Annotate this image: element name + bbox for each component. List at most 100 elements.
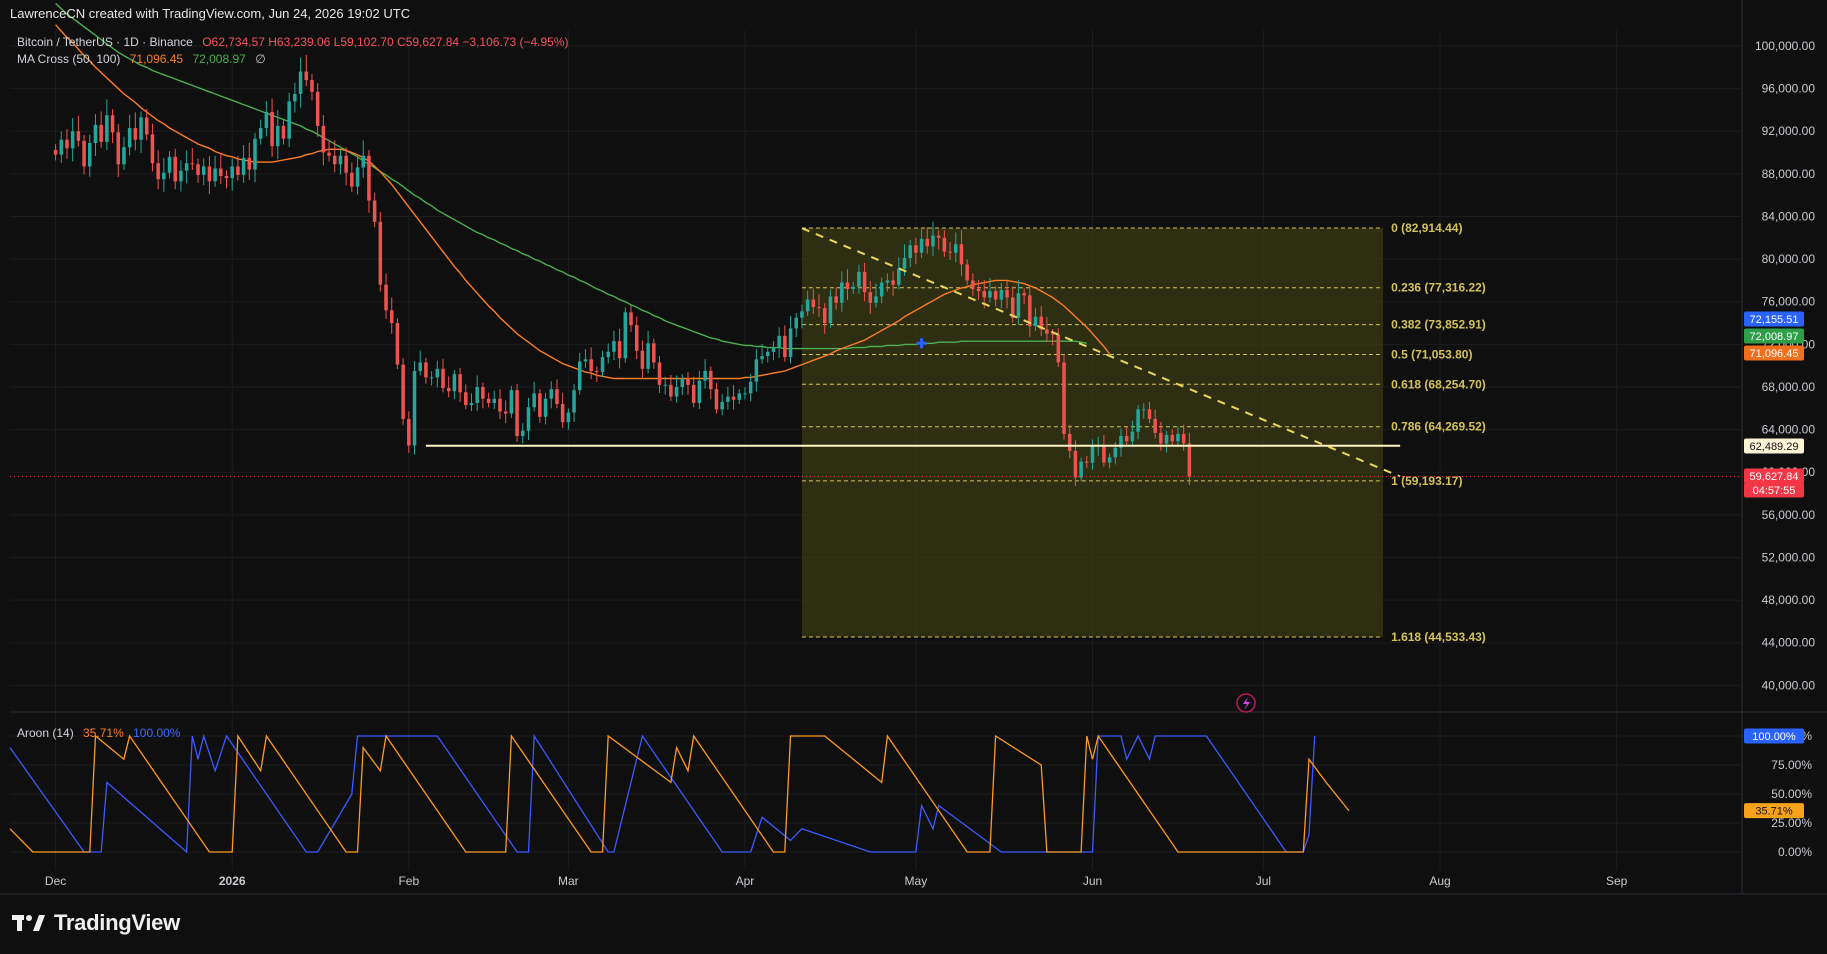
candle-body [748, 381, 753, 394]
candle-body [999, 290, 1004, 300]
candle-body [674, 386, 679, 397]
candle-body [276, 125, 280, 147]
candle-body [805, 299, 810, 312]
candle-body [862, 271, 867, 293]
candle-body [993, 291, 998, 300]
chart-canvas[interactable]: 100,000.00 96,000.00 92,000.00 88,000.00 84,… [0, 0, 1827, 954]
candle-body [469, 402, 474, 406]
candle-body [1022, 293, 1026, 296]
candle-body [976, 288, 981, 292]
candle-body [538, 393, 542, 417]
price-tick-label: 96,000.00 [1762, 82, 1816, 96]
price-tick-label: 52,000.00 [1762, 550, 1816, 564]
candle-body [509, 390, 514, 414]
candle-body [783, 335, 787, 358]
candle-body [1124, 436, 1129, 442]
candle-body [737, 393, 742, 400]
candle-body [543, 398, 548, 417]
candle-body [1045, 329, 1049, 334]
fibonacci-zone [801, 228, 1384, 638]
candle-body [532, 393, 536, 408]
candle-body [298, 71, 303, 94]
candle-body [965, 264, 969, 281]
candle-body [634, 325, 639, 351]
price-tick-label: 88,000.00 [1762, 167, 1816, 181]
candle-body [281, 125, 286, 139]
candle-body [1136, 409, 1140, 432]
candle-body [902, 258, 907, 269]
candle-body [407, 418, 411, 446]
candle-body [498, 398, 502, 412]
fib-level-label: 0.786 (64,269.52) [1391, 420, 1486, 434]
candle-body [914, 245, 918, 253]
candle-body [372, 200, 377, 222]
candle-body [230, 166, 234, 179]
candle-body [201, 166, 206, 175]
ma-legend[interactable]: MA Cross (50, 100) 71,096.45 72,008.97 ∅ [17, 52, 266, 66]
candle-body [623, 312, 628, 359]
time-tick-label: Feb [398, 874, 419, 888]
candle-body [435, 368, 440, 378]
candle-body [828, 296, 833, 324]
candle-body [82, 140, 86, 167]
candle-body [486, 398, 491, 403]
candle-body [1181, 433, 1186, 444]
candle-body [845, 282, 850, 289]
symbol-legend[interactable]: Bitcoin / TetherUS · 1D · Binance O62,73… [17, 35, 575, 49]
candle-body [555, 389, 559, 405]
candle-body [714, 389, 719, 410]
candle-body [885, 280, 890, 283]
price-tick-label: 40,000.00 [1762, 678, 1816, 692]
candle-body [65, 139, 69, 149]
candle-body [897, 268, 901, 285]
time-tick-label: Aug [1429, 874, 1450, 888]
time-tick-label: 2026 [219, 874, 246, 888]
price-axis-tag-label: 62,489.29 [1750, 441, 1799, 453]
time-tick-label: Mar [558, 874, 579, 888]
candle-body [310, 80, 314, 92]
tradingview-logo[interactable]: TradingView [12, 910, 180, 936]
candle-body [464, 392, 468, 406]
candle-body [139, 117, 143, 140]
candle-body [287, 101, 291, 139]
candle-body [1050, 333, 1055, 335]
aroon-axis-tag-label: 35.71% [1755, 806, 1793, 818]
candle-body [771, 347, 776, 352]
candle-body [401, 364, 405, 419]
candle-body [891, 280, 895, 285]
candle-body [697, 380, 702, 403]
candle-body [99, 124, 103, 142]
candle-body [76, 131, 81, 141]
candle-body [133, 128, 138, 140]
candle-body [481, 386, 485, 399]
candle-body [1085, 461, 1089, 463]
candle-body [577, 361, 582, 391]
candle-body [418, 362, 422, 371]
candle-body [925, 238, 930, 247]
price-tick-label: 48,000.00 [1762, 593, 1816, 607]
aroon-legend[interactable]: Aroon (14) 35.71% 100.00% [17, 726, 186, 740]
price-tick-label: 84,000.00 [1762, 209, 1816, 223]
candle-body [549, 389, 554, 399]
candle-body [241, 157, 246, 175]
candle-body [953, 244, 958, 253]
price-tick-label: 80,000.00 [1762, 252, 1816, 266]
author-caption: LawrenceCN created with TradingView.com,… [10, 6, 411, 21]
candle-body [680, 378, 685, 387]
aroon-down-value: 100.00% [133, 726, 181, 740]
candle-body [777, 335, 781, 348]
candle-body [908, 245, 912, 259]
candle-body [53, 149, 58, 155]
candle-body [144, 117, 149, 135]
candle-body [162, 172, 166, 180]
candle-body [503, 411, 508, 414]
candle-body [566, 412, 571, 423]
candle-body [726, 396, 730, 402]
ma-fast-value: 71,096.45 [129, 52, 184, 66]
candle-body [652, 343, 656, 363]
candle-body [87, 142, 92, 167]
candle-body [190, 163, 195, 165]
candle-body [520, 430, 525, 437]
candle-body [720, 401, 724, 410]
candle-body [703, 371, 707, 381]
